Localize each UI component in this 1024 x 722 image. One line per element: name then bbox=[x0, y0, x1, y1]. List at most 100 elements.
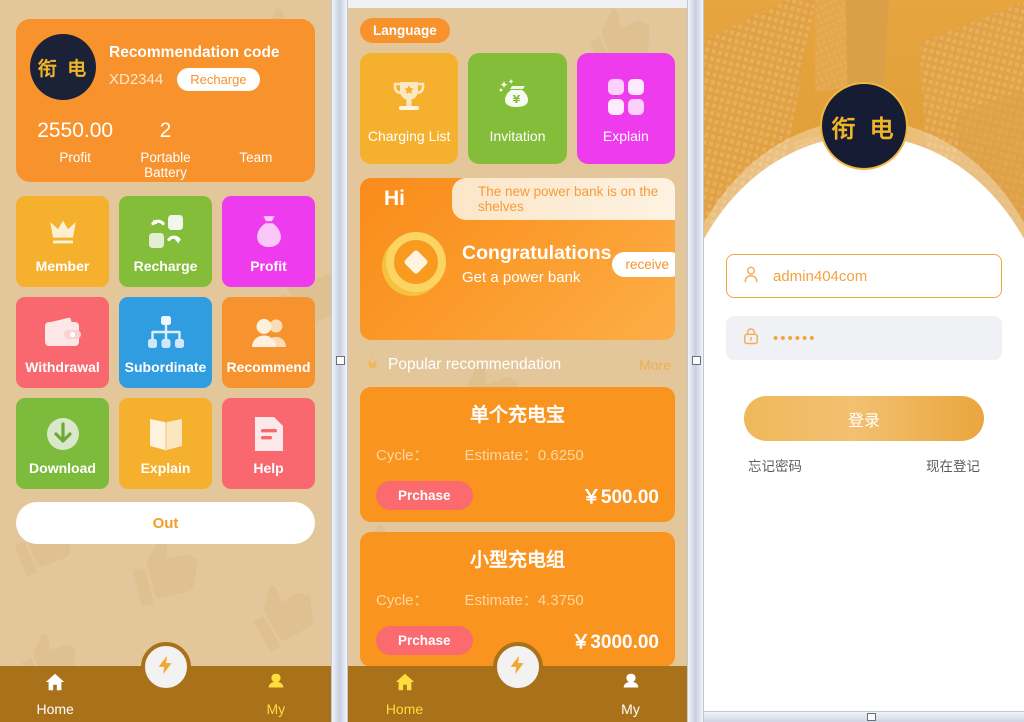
trophy-icon bbox=[389, 74, 429, 120]
tab-label: My bbox=[621, 701, 640, 717]
product-name: 小型充电组 bbox=[469, 550, 565, 571]
recommendation-code-title: Recommendation code bbox=[109, 44, 280, 62]
flame-icon bbox=[364, 352, 381, 377]
product-card[interactable]: 单个充电宝 Cycle： Estimate：0.6250 Prchase ￥50… bbox=[360, 387, 675, 522]
stat-profit[interactable]: 2550.00 Profit bbox=[30, 119, 120, 180]
promo-banner[interactable]: The new power bank is on the shelves Hi … bbox=[360, 178, 675, 340]
product-cycle: Cycle： bbox=[376, 592, 429, 609]
more-link[interactable]: More bbox=[639, 357, 671, 373]
language-button[interactable]: Language bbox=[360, 18, 450, 43]
section-title: Popular recommendation bbox=[388, 355, 562, 373]
tile-label: Download bbox=[29, 460, 96, 476]
tile-label: Explain bbox=[140, 460, 191, 476]
scrollbar-thumb[interactable] bbox=[867, 713, 876, 721]
tile-help[interactable]: Help bbox=[222, 398, 315, 489]
register-link[interactable]: 现在登记 bbox=[926, 455, 980, 475]
quick-tile-label: Charging List bbox=[367, 127, 451, 144]
charge-fab-button[interactable] bbox=[140, 642, 191, 692]
home-icon bbox=[43, 671, 67, 698]
recharge-button[interactable]: Recharge bbox=[177, 67, 260, 91]
purchase-button[interactable]: Prchase bbox=[376, 626, 473, 655]
password-field[interactable]: •••••• bbox=[726, 316, 1002, 360]
svg-text:¥: ¥ bbox=[513, 93, 521, 106]
tile-withdrawal[interactable]: Withdrawal bbox=[16, 297, 109, 388]
recommendation-code-value: XD2344 bbox=[109, 70, 164, 88]
home-icon bbox=[393, 671, 417, 698]
tile-subordinate[interactable]: Subordinate bbox=[119, 297, 212, 388]
panel-profile: 衔 电 Recommendation code XD2344 Recharge … bbox=[0, 0, 331, 722]
logout-button[interactable]: Out bbox=[16, 502, 315, 544]
promo-title: Congratulations bbox=[462, 242, 612, 264]
stat-label: Portable Battery bbox=[140, 150, 191, 181]
username-value: admin404com bbox=[773, 267, 868, 285]
profile-stats: 2550.00 Profit 2 Portable Battery Team bbox=[30, 119, 301, 180]
product-cycle: Cycle： bbox=[376, 447, 429, 464]
user-icon bbox=[619, 671, 643, 698]
tile-label: Withdrawal bbox=[25, 359, 100, 375]
panel3-horizontal-scrollbar[interactable] bbox=[704, 711, 1024, 722]
panel1-scrollbar[interactable] bbox=[331, 0, 348, 722]
login-hero: 衔 电 bbox=[704, 0, 1024, 238]
user-icon bbox=[264, 671, 288, 698]
quick-tile-charging-list[interactable]: Charging List bbox=[360, 53, 459, 164]
tile-explain[interactable]: Explain bbox=[119, 398, 212, 489]
tab-home[interactable]: Home bbox=[0, 671, 110, 717]
wallet-icon bbox=[42, 310, 84, 356]
tab-home[interactable]: Home bbox=[348, 671, 461, 717]
password-value: •••••• bbox=[773, 329, 817, 347]
app-logo-text: 衔 电 bbox=[831, 114, 897, 143]
app-logo: 衔 电 bbox=[30, 34, 96, 100]
quick-tile-explain[interactable]: Explain bbox=[576, 53, 675, 164]
stat-value: 2 bbox=[159, 119, 172, 142]
stat-label: Profit bbox=[59, 150, 91, 166]
stat-label: Team bbox=[239, 150, 273, 165]
hierarchy-icon bbox=[146, 310, 186, 356]
username-field[interactable]: admin404com bbox=[726, 254, 1002, 298]
tab-my[interactable]: My bbox=[574, 671, 687, 717]
tile-label: Recharge bbox=[133, 258, 198, 274]
popular-section-header: Popular recommendation More bbox=[360, 352, 675, 377]
quick-tile-label: Explain bbox=[602, 127, 649, 144]
three-panel-screenshot: 衔 电 Recommendation code XD2344 Recharge … bbox=[0, 0, 1024, 722]
money-bag-icon: ¥ bbox=[496, 74, 538, 120]
scrollbar-thumb[interactable] bbox=[336, 356, 345, 365]
scrollbar-thumb[interactable] bbox=[692, 356, 701, 365]
promo-greeting: Hi bbox=[384, 187, 405, 210]
bolt-icon bbox=[507, 651, 529, 684]
tile-recharge[interactable]: Recharge bbox=[119, 196, 212, 287]
users-icon bbox=[248, 310, 290, 356]
tile-download[interactable]: Download bbox=[16, 398, 109, 489]
product-estimate: Estimate：0.6250 bbox=[464, 447, 584, 464]
panel2-scrollbar[interactable] bbox=[687, 0, 704, 722]
user-icon bbox=[741, 264, 761, 289]
product-estimate: Estimate：4.3750 bbox=[464, 592, 584, 609]
tab-my[interactable]: My bbox=[221, 671, 331, 717]
promo-subtitle: Get a power bank bbox=[462, 269, 581, 286]
quick-tile-label: Invitation bbox=[489, 127, 546, 144]
book-icon bbox=[146, 411, 186, 457]
bolt-icon bbox=[155, 651, 177, 684]
product-price: ￥3000.00 bbox=[571, 632, 659, 653]
stat-portable-battery[interactable]: 2 Portable Battery bbox=[120, 119, 210, 180]
tile-member[interactable]: Member bbox=[16, 196, 109, 287]
quick-tile-invitation[interactable]: ¥ Invitation bbox=[468, 53, 567, 164]
login-form: admin404com •••••• 登录 忘记密码 现在登记 bbox=[704, 238, 1024, 475]
login-button[interactable]: 登录 bbox=[744, 396, 984, 441]
grid-apps-icon bbox=[607, 74, 645, 120]
stat-value: 2550.00 bbox=[37, 119, 114, 142]
tile-profit[interactable]: Profit bbox=[222, 196, 315, 287]
crown-icon bbox=[43, 209, 83, 255]
stat-value bbox=[211, 119, 301, 143]
product-name: 单个充电宝 bbox=[469, 405, 565, 426]
gold-coin-icon bbox=[376, 226, 452, 302]
purchase-button[interactable]: Prchase bbox=[376, 481, 473, 510]
charge-fab-button[interactable] bbox=[492, 642, 543, 692]
receive-button[interactable]: receive bbox=[611, 251, 675, 277]
forgot-password-link[interactable]: 忘记密码 bbox=[748, 455, 802, 475]
tile-recommend[interactable]: Recommend bbox=[222, 297, 315, 388]
money-bag-icon bbox=[250, 209, 288, 255]
tile-label: Subordinate bbox=[124, 359, 207, 375]
stat-team[interactable]: Team bbox=[211, 119, 301, 180]
promo-ticker: The new power bank is on the shelves bbox=[452, 178, 675, 220]
product-price: ￥500.00 bbox=[581, 487, 659, 508]
